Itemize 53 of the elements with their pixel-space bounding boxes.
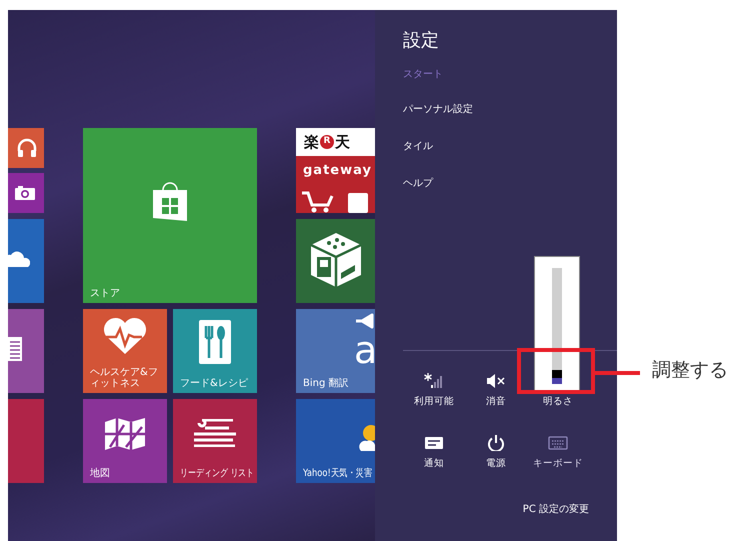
tile-label: 地図 (90, 468, 110, 479)
newspaper-icon (8, 335, 24, 363)
settings-menu-item[interactable]: パーソナル設定 (403, 102, 473, 117)
app-tile[interactable]: 地図 (83, 399, 167, 483)
tile-label: Yahoo!天気・災害 (303, 468, 372, 479)
tile-label: ヘルスケア&フィットネス (90, 367, 159, 389)
app-tile[interactable] (8, 173, 44, 213)
quick-setting-button[interactable]: 利用可能 (414, 373, 454, 410)
settings-menu-item[interactable]: タイル (403, 139, 433, 154)
app-tile[interactable]: ヘルスケア&フィットネス (83, 309, 167, 393)
tile-label: リーディング リスト (180, 468, 254, 479)
translate-glyph: a (354, 335, 375, 366)
cube-icon (309, 231, 363, 289)
slider-track[interactable] (552, 268, 562, 384)
app-tile[interactable] (296, 219, 375, 303)
arrow-icon (354, 313, 374, 329)
pane-title: 設定 (403, 32, 440, 50)
heart-rate-icon (102, 317, 148, 355)
settings-menu-item[interactable]: ヘルプ (403, 176, 433, 191)
notification-icon (424, 435, 444, 452)
quick-setting-button[interactable]: 通知 (424, 435, 444, 472)
cutlery-icon (199, 320, 231, 364)
camera-icon (14, 185, 36, 201)
tile-label: Bing 翻訳 (303, 378, 349, 389)
tile-label: ストア (90, 288, 120, 299)
tile-label: フード&レシピ (180, 378, 248, 389)
app-tile[interactable] (8, 309, 44, 393)
brand-text: gateway (303, 162, 372, 180)
app-tile[interactable] (8, 399, 44, 483)
headphones-icon (16, 137, 38, 159)
keyboard-icon (548, 435, 568, 452)
app-tile[interactable]: 楽 R 天 gateway (296, 128, 375, 213)
app-tile[interactable]: フード&レシピ (173, 309, 257, 393)
app-tile[interactable] (8, 219, 44, 303)
app-tile[interactable]: a Bing 翻訳 (296, 309, 375, 393)
quick-setting-button[interactable]: 消音 (486, 373, 506, 410)
annotation-text: 調整する (652, 361, 728, 380)
logo-text: 楽 (304, 132, 319, 153)
app-tile[interactable] (8, 128, 44, 168)
reading-list-icon (193, 419, 237, 447)
wifi-signal-icon (424, 373, 444, 389)
app-tile[interactable]: Yahoo!天気・災害 (296, 399, 375, 483)
slider-thumb[interactable] (552, 370, 562, 378)
quick-setting-button[interactable]: 電源 (486, 435, 506, 472)
map-icon (104, 417, 146, 451)
logo-text: 天 (335, 132, 350, 153)
speaker-muted-icon (486, 373, 506, 389)
logo-text: R (320, 135, 334, 149)
app-tile[interactable]: リーディング リスト (173, 399, 257, 483)
pc-settings-link[interactable]: PC 設定の変更 (522, 502, 589, 516)
power-icon (486, 435, 506, 452)
app-name: スタート (403, 68, 444, 82)
shopping-bag-icon (151, 180, 189, 222)
